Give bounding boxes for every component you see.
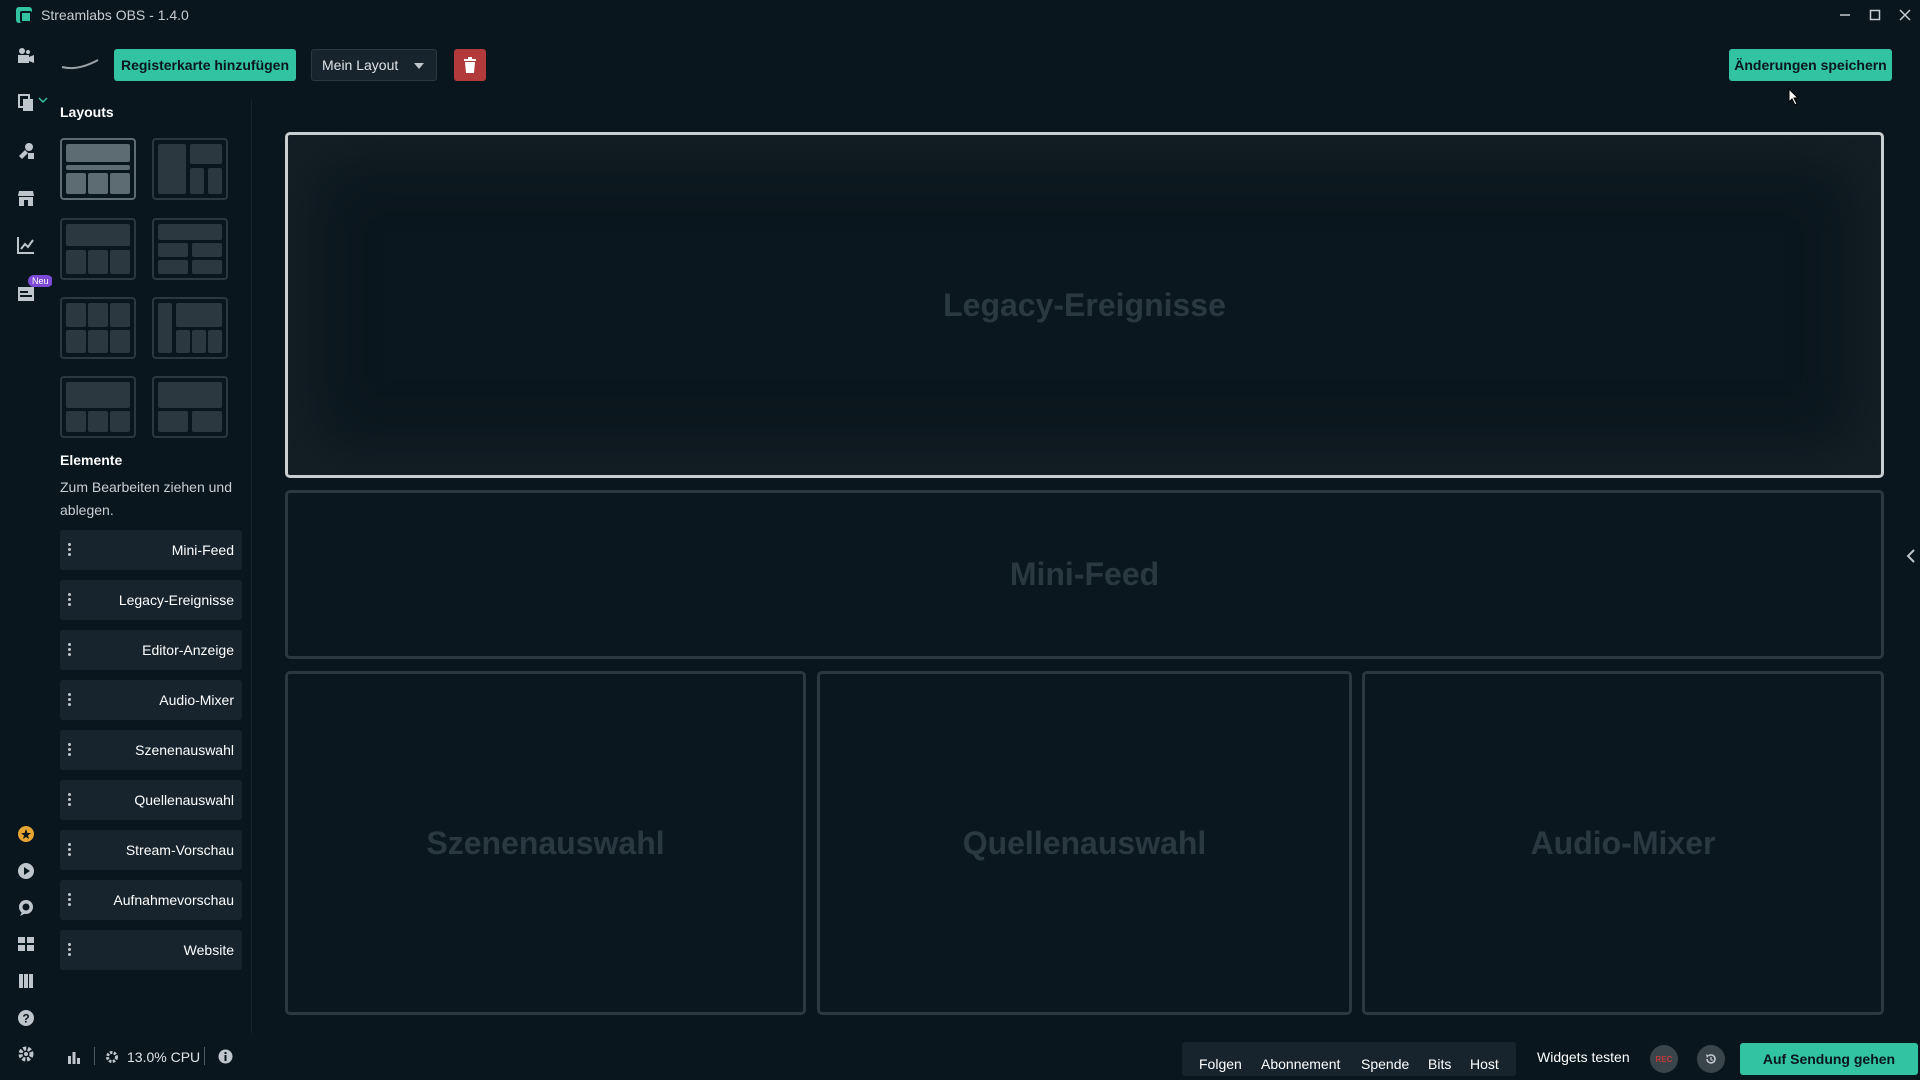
performance-chart-icon[interactable]: [67, 1050, 81, 1064]
window-title: Streamlabs OBS - 1.4.0: [41, 6, 189, 23]
element-label: Legacy-Ereignisse: [118, 592, 234, 608]
svg-text:?: ?: [22, 1012, 29, 1026]
element-label: Website: [183, 942, 234, 958]
help-icon[interactable]: ?: [16, 1008, 36, 1028]
chat-icon[interactable]: [16, 898, 36, 918]
layout-editor-icon[interactable]: [16, 934, 36, 954]
store-icon[interactable]: [16, 188, 36, 208]
layout-option-triplets[interactable]: [60, 297, 136, 359]
cpu-icon: [106, 1051, 118, 1063]
replay-icon: [1706, 1054, 1716, 1064]
cpu-usage: 13.0% CPU: [127, 1049, 201, 1065]
maximize-icon[interactable]: [1860, 0, 1890, 29]
elements-hint: Zum Bearbeiten ziehen und ablegen.: [60, 479, 232, 518]
slot-label: Audio-Mixer: [1530, 824, 1716, 861]
editor-icon[interactable]: [16, 46, 36, 66]
studio-mode-icon[interactable]: [16, 971, 36, 991]
layout-slot-source-selector[interactable]: Quellenauswahl: [817, 671, 1352, 1015]
chevron-left-icon[interactable]: [1906, 548, 1916, 564]
add-tab-button[interactable]: Registerkarte hinzufügen: [114, 49, 296, 81]
brush-logo-icon: [61, 59, 99, 70]
element-item-legacy-events[interactable]: Legacy-Ereignisse: [60, 580, 242, 620]
element-label: Editor-Anzeige: [142, 642, 234, 658]
test-donation-link[interactable]: Spende: [1361, 1056, 1409, 1072]
layout-slot-audio-mixer[interactable]: Audio-Mixer: [1362, 671, 1884, 1015]
layout-slot-mini-feed[interactable]: Mini-Feed: [285, 490, 1884, 659]
layout-option-onesided[interactable]: [60, 218, 136, 280]
trash-icon: [464, 57, 476, 73]
element-item-mini-feed[interactable]: Mini-Feed: [60, 530, 242, 570]
element-item-source-selector[interactable]: Quellenauswahl: [60, 780, 242, 820]
layout-slot-scene-selector[interactable]: Szenenauswahl: [285, 671, 806, 1015]
test-subscription-link[interactable]: Abonnement: [1261, 1056, 1340, 1072]
element-item-website[interactable]: Website: [60, 930, 242, 970]
close-icon[interactable]: [1890, 0, 1920, 29]
slot-label: Legacy-Ereignisse: [943, 286, 1226, 323]
layout-option-classic[interactable]: [152, 218, 228, 280]
chevron-down-icon: [414, 63, 424, 69]
status-footer: 13.0% CPU Folgen Abonnement Spende Bits …: [52, 1033, 1920, 1080]
drag-handle-icon[interactable]: [68, 643, 72, 657]
save-changes-button[interactable]: Änderungen speichern: [1729, 49, 1892, 81]
title-bar: Streamlabs OBS - 1.4.0: [0, 0, 1920, 29]
slot-label: Quellenauswahl: [962, 824, 1207, 861]
prime-icon[interactable]: [16, 824, 36, 844]
new-badge: Neu: [28, 275, 53, 287]
element-label: Stream-Vorschau: [125, 842, 234, 858]
element-item-stream-preview[interactable]: Stream-Vorschau: [60, 830, 242, 870]
layout-editor-toolbar: Registerkarte hinzufügen Mein Layout Änd…: [52, 29, 1920, 99]
dashboard-icon[interactable]: [16, 235, 36, 255]
drag-handle-icon[interactable]: [68, 893, 72, 907]
drag-handle-icon[interactable]: [68, 943, 72, 957]
layout-panel: Layouts Elemente Zum Bearbeiten ziehen u…: [52, 99, 252, 1033]
drag-handle-icon[interactable]: [68, 843, 72, 857]
test-bits-link[interactable]: Bits: [1428, 1056, 1451, 1072]
chevron-down-icon[interactable]: [38, 95, 48, 105]
drag-handle-icon[interactable]: [68, 693, 72, 707]
elements-heading: Elemente: [60, 452, 123, 468]
drag-handle-icon[interactable]: [68, 543, 72, 557]
slot-label: Szenenauswahl: [426, 824, 665, 861]
test-host-link[interactable]: Host: [1470, 1056, 1499, 1072]
layout-option-fourbyfour[interactable]: [152, 297, 228, 359]
layouts-heading: Layouts: [60, 104, 114, 120]
layout-select-value: Mein Layout: [322, 57, 399, 73]
element-label: Aufnahmevorschau: [113, 892, 234, 908]
minimize-icon[interactable]: [1830, 0, 1860, 29]
layout-slot-legacy-events[interactable]: Legacy-Ereignisse: [285, 132, 1884, 478]
go-live-button[interactable]: Auf Sendung gehen: [1740, 1043, 1918, 1075]
themes-icon[interactable]: [16, 93, 36, 113]
element-label: Szenenauswahl: [135, 742, 234, 758]
layout-option-pyramid[interactable]: [60, 376, 136, 438]
slot-label: Mini-Feed: [1009, 556, 1160, 592]
rec-label: REC: [1655, 1054, 1673, 1064]
info-icon[interactable]: [218, 1049, 233, 1064]
replay-buffer-button[interactable]: [1697, 1045, 1725, 1073]
delete-layout-button[interactable]: [454, 49, 486, 81]
main-nav: Neu ?: [0, 29, 53, 1080]
app-logo-icon: [16, 6, 32, 23]
drag-handle-icon[interactable]: [68, 593, 72, 607]
element-label: Audio-Mixer: [159, 692, 234, 708]
element-item-editor-display[interactable]: Editor-Anzeige: [60, 630, 242, 670]
test-follow-link[interactable]: Folgen: [1199, 1056, 1242, 1072]
settings-icon[interactable]: [16, 1044, 36, 1064]
widgets-icon[interactable]: [16, 141, 36, 161]
drag-handle-icon[interactable]: [68, 793, 72, 807]
mouse-cursor-icon: [1788, 88, 1800, 106]
record-icon[interactable]: [16, 861, 36, 881]
element-item-scene-selector[interactable]: Szenenauswahl: [60, 730, 242, 770]
window-controls: [1830, 0, 1920, 29]
layout-select[interactable]: Mein Layout: [311, 49, 437, 81]
layout-option-focus[interactable]: [152, 376, 228, 438]
test-widgets-label[interactable]: Widgets testen: [1537, 1049, 1630, 1065]
layout-option-default[interactable]: [60, 138, 136, 200]
element-item-recording-preview[interactable]: Aufnahmevorschau: [60, 880, 242, 920]
element-label: Mini-Feed: [171, 542, 234, 558]
element-label: Quellenauswahl: [134, 792, 234, 808]
record-button[interactable]: REC: [1650, 1045, 1678, 1073]
drag-handle-icon[interactable]: [68, 743, 72, 757]
layout-option-twopane[interactable]: [152, 138, 228, 200]
element-item-audio-mixer[interactable]: Audio-Mixer: [60, 680, 242, 720]
